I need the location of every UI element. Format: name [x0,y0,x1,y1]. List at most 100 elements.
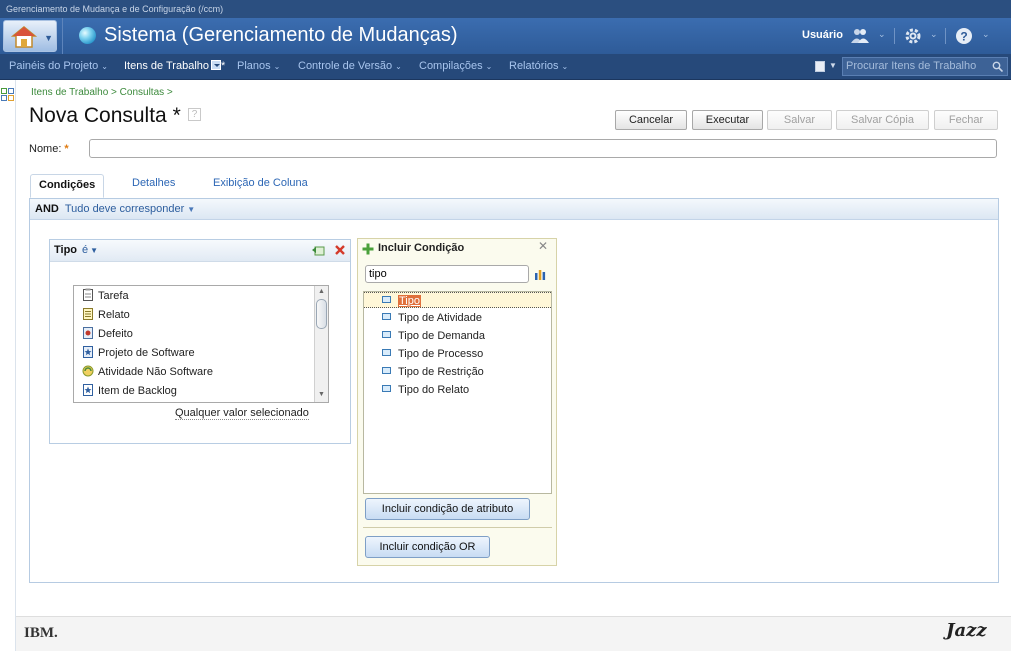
list-item-label: Tipo de Atividade [398,312,482,324]
match-mode-dropdown[interactable]: Tudo deve corresponder ▼ [65,203,195,215]
non-software-activity-icon [82,365,94,377]
gear-icon[interactable] [903,26,923,46]
list-item[interactable]: Projeto de Software [82,345,195,362]
breadcrumb[interactable]: Itens de Trabalho > Consultas > [31,87,173,98]
list-item[interactable]: Atividade Não Software [82,364,213,381]
any-value-selected-link[interactable]: Qualquer valor selecionado [175,407,309,420]
scroll-down-icon[interactable]: ▼ [317,391,326,400]
name-field[interactable] [89,139,997,158]
add-attribute-condition-button[interactable]: Incluir condição de atributo [365,498,530,520]
chevron-down-icon: ▼ [90,246,99,255]
home-button[interactable]: ▼ [3,20,57,52]
condition-operator-label: é [82,244,89,256]
attribute-filter-input[interactable] [365,265,529,283]
chevron-down-icon: ⌄ [395,62,402,71]
list-item[interactable]: Defeito [82,326,133,343]
app-title: Sistema (Gerenciamento de Mudanças) [104,24,458,46]
tab-conditions[interactable]: Condições [30,174,105,198]
nav-label: Planos [237,60,271,72]
nav-plans[interactable]: Planos ⌄ [237,60,280,72]
list-item-label: Defeito [98,328,133,340]
required-indicator: * [64,143,69,155]
attribute-icon [382,367,391,374]
attribute-icon [382,296,391,303]
header-separator [894,28,895,44]
add-or-condition-button[interactable]: Incluir condição OR [365,536,490,558]
attribute-icon [382,331,391,338]
app-title-area: Sistema (Gerenciamento de Mudanças) [62,18,482,54]
globe-icon [79,27,96,44]
include-condition-title: Incluir Condição [378,242,465,254]
help-caret-icon[interactable]: ⌄ [982,29,990,40]
list-item[interactable]: Tarefa [82,288,129,305]
tab-details[interactable]: Detalhes [132,177,175,189]
nav-source-control[interactable]: Controle de Versão ⌄ [298,60,402,72]
svg-text:?: ? [960,30,967,44]
list-item[interactable]: Item de Backlog [82,383,177,400]
list-item[interactable]: Tipo do Relato [382,382,469,398]
list-item[interactable]: Tipo de Atividade [382,310,482,326]
nav-work-items[interactable]: Itens de Trabalho * [124,60,225,72]
close-button[interactable]: Fechar [934,110,998,130]
header-separator [945,28,946,44]
tab-column-display[interactable]: Exibição de Coluna [213,177,308,189]
chevron-down-icon: ⌄ [101,62,108,71]
home-icon [11,26,37,48]
nav-label: Controle de Versão [298,60,393,72]
value-list-scrollbar[interactable]: ▲ ▼ [314,286,328,402]
story-icon [83,308,93,320]
nav-reports[interactable]: Relatórios ⌄ [509,60,568,72]
list-item-label: Tarefa [98,290,129,302]
scroll-up-icon[interactable]: ▲ [317,288,326,297]
divider [363,527,552,528]
remove-condition-icon[interactable] [334,244,346,256]
nav-builds[interactable]: Compilações ⌄ [419,60,492,72]
attribute-list[interactable]: Tipo Tipo de Atividade Tipo de Demanda T… [363,291,552,494]
gear-caret-icon[interactable]: ⌄ [930,29,938,40]
help-icon[interactable]: ? [188,108,201,121]
work-item-list-icon[interactable] [815,61,825,72]
chevron-down-icon: ▼ [44,33,53,43]
list-item[interactable]: Tipo de Demanda [382,328,485,344]
dashboard-icon[interactable] [1,88,14,101]
window-title: Gerenciamento de Mudança e de Configuraç… [0,0,1011,18]
backlog-item-icon [83,384,93,396]
bar-chart-icon[interactable] [534,268,546,280]
group-operator: AND [35,203,59,215]
list-item[interactable]: Tipo de Processo [382,346,483,362]
footer: IBM. Jazz [16,616,1011,651]
users-caret-icon[interactable]: ⌄ [878,29,886,40]
help-icon[interactable]: ? [954,26,974,46]
jazz-logo: Jazz [946,620,987,641]
name-field-label: Nome: * [29,143,69,155]
nav-label: Relatórios [509,60,559,72]
list-item-label: Tipo de Processo [398,348,484,360]
condition-operator-dropdown[interactable]: é ▼ [82,244,98,256]
name-label-text: Nome: [29,143,62,155]
user-menu-label[interactable]: Usuário [802,29,843,41]
chevron-down-icon[interactable] [211,60,222,70]
save-button[interactable]: Salvar [767,110,832,130]
chevron-down-icon[interactable]: ▼ [829,61,837,70]
scrollbar-thumb[interactable] [316,299,327,329]
list-item-label: Tipo [398,295,421,307]
list-item[interactable]: Relato [82,307,130,324]
nav-label: Compilações [419,60,483,72]
page-title: Nova Consulta * [29,104,181,127]
condition-value-list[interactable]: Tarefa Relato Defeito Projeto de Softwar… [73,285,329,403]
attribute-icon [382,313,391,320]
list-item[interactable]: Tipo de Restrição [382,364,484,380]
nav-project-dashboards[interactable]: Painéis do Projeto ⌄ [9,60,108,72]
search-icon[interactable] [992,61,1003,72]
work-item-search-input[interactable]: Procurar Itens de Trabalho [842,57,1008,76]
execute-button[interactable]: Executar [692,110,763,130]
move-condition-icon[interactable] [311,245,325,256]
close-icon[interactable]: ✕ [538,240,549,252]
list-item-label: Relato [98,309,130,321]
cancel-button[interactable]: Cancelar [615,110,687,130]
save-copy-button[interactable]: Salvar Cópia [836,110,929,130]
search-placeholder: Procurar Itens de Trabalho [846,60,977,72]
defect-icon [83,327,93,339]
list-item[interactable]: Tipo [364,292,551,308]
users-icon[interactable] [850,26,870,46]
